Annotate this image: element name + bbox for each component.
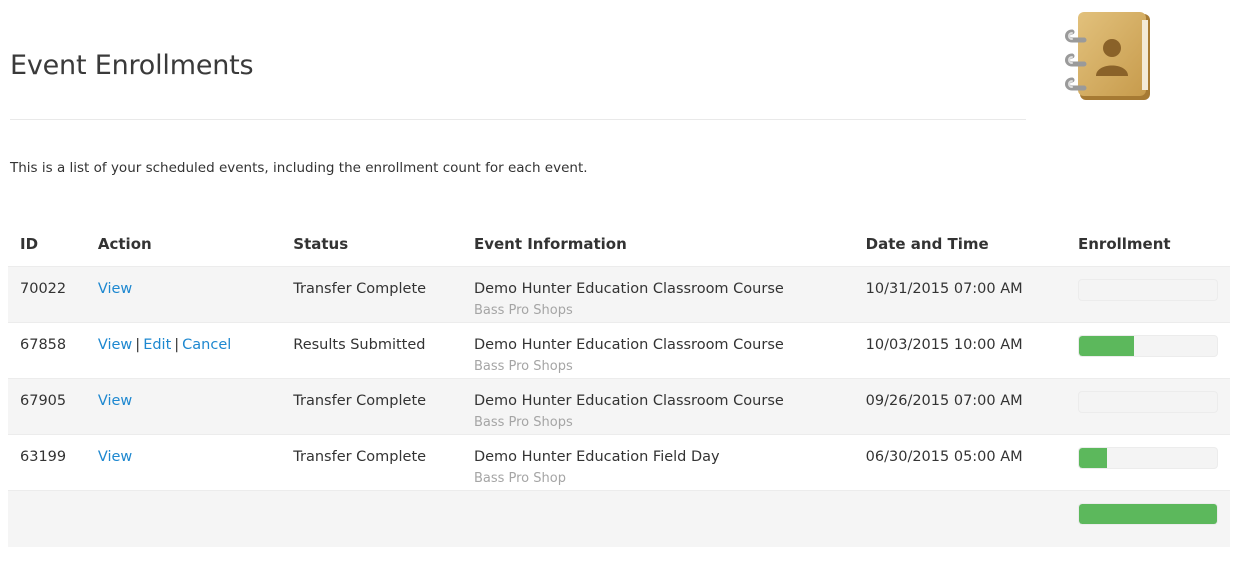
header-event-information: Event Information	[473, 235, 627, 253]
cell-date-and-time: 10/31/2015 07:00 AM	[853, 266, 1066, 323]
enrollment-progress-bar	[1078, 391, 1218, 413]
enrollment-progress-fill	[1079, 448, 1107, 468]
cell-date-and-time: 06/30/2015 05:00 AM	[853, 434, 1066, 491]
enrollment-progress-bar	[1078, 503, 1218, 525]
cell-action: View	[85, 266, 282, 323]
cell-empty	[461, 490, 854, 547]
cell-empty	[281, 490, 462, 547]
cell-enrollment	[1066, 266, 1230, 323]
cell-status: Transfer Complete	[281, 378, 462, 435]
table-row	[8, 490, 1230, 547]
cell-action: View	[85, 378, 282, 435]
cell-enrollment	[1066, 378, 1230, 435]
cell-id: 67905	[8, 378, 86, 435]
intro-text: This is a list of your scheduled events,…	[10, 160, 588, 176]
event-name: Demo Hunter Education Classroom Course	[473, 281, 784, 297]
cell-event-information: Demo Hunter Education Classroom Course Ba…	[461, 322, 854, 379]
title-divider	[10, 119, 1026, 120]
event-name: Demo Hunter Education Classroom Course	[473, 393, 784, 409]
cell-empty	[8, 490, 86, 547]
enrollment-progress-fill	[1079, 504, 1217, 524]
cell-id: 67858	[8, 322, 86, 379]
cell-empty	[85, 490, 282, 547]
event-location: Bass Pro Shops	[473, 303, 573, 318]
cell-status: Results Submitted	[281, 322, 462, 379]
address-book-icon	[1064, 10, 1156, 106]
cell-event-information: Demo Hunter Education Classroom Course Ba…	[461, 378, 854, 435]
enrollment-progress-bar	[1078, 447, 1218, 469]
event-location: Bass Pro Shops	[473, 415, 573, 430]
cell-status: Transfer Complete	[281, 434, 462, 491]
cell-id: 63199	[8, 434, 86, 491]
action-separator: |	[135, 337, 141, 353]
page-title: Event Enrollments	[10, 50, 254, 81]
cell-enrollment	[1066, 322, 1230, 379]
cell-date-and-time: 09/26/2015 07:00 AM	[853, 378, 1066, 435]
table-row: 70022 View Transfer Complete Demo Hunter Ed…	[8, 266, 1230, 323]
view-link[interactable]: View	[98, 337, 132, 353]
table-header-row: ID Action Status Event Information Date …	[8, 222, 1230, 267]
enrollment-progress-fill	[1079, 336, 1135, 356]
enrollment-progress-bar	[1078, 335, 1218, 357]
event-location: Bass Pro Shops	[473, 359, 573, 374]
cell-action: View	[85, 434, 282, 491]
cell-empty	[853, 490, 1066, 547]
cell-enrollment	[1066, 490, 1230, 547]
event-name: Demo Hunter Education Classroom Course	[473, 337, 784, 353]
header-action: Action	[97, 235, 152, 253]
header-date-and-time: Date and Time	[865, 235, 989, 253]
action-separator: |	[174, 337, 180, 353]
header-status: Status	[293, 235, 349, 253]
cell-status: Transfer Complete	[281, 266, 462, 323]
view-link[interactable]: View	[98, 393, 132, 409]
events-table: ID Action Status Event Information Date …	[8, 222, 1230, 547]
event-name: Demo Hunter Education Field Day	[473, 449, 720, 465]
header-enrollment: Enrollment	[1078, 235, 1171, 253]
event-location: Bass Pro Shop	[473, 471, 566, 486]
enrollment-progress-bar	[1078, 279, 1218, 301]
cell-event-information: Demo Hunter Education Field Day Bass Pro …	[461, 434, 854, 491]
cell-date-and-time: 10/03/2015 10:00 AM	[853, 322, 1066, 379]
table-row: 63199 View Transfer Complete Demo Hunter Ed…	[8, 434, 1230, 491]
cell-event-information: Demo Hunter Education Classroom Course Ba…	[461, 266, 854, 323]
view-link[interactable]: View	[98, 449, 132, 465]
cell-enrollment	[1066, 434, 1230, 491]
edit-link[interactable]: Edit	[143, 337, 171, 353]
table-row: 67858 View | Edit | Cancel Results Submitted De…	[8, 322, 1230, 379]
table-row: 67905 View Transfer Complete Demo Hunter Ed…	[8, 378, 1230, 435]
event-enrollments-page: Event Enrollments This is a list of your…	[0, 0, 1238, 569]
cell-action: View | Edit | Cancel	[85, 322, 282, 379]
view-link[interactable]: View	[98, 281, 132, 297]
cancel-link[interactable]: Cancel	[182, 337, 231, 353]
header-id: ID	[20, 235, 39, 253]
cell-id: 70022	[8, 266, 86, 323]
